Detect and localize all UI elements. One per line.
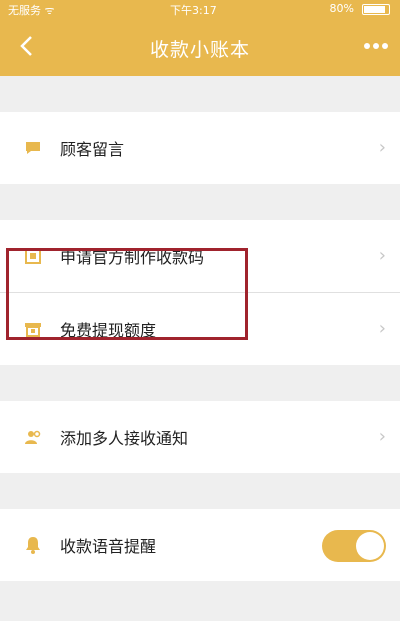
people-icon	[24, 428, 42, 446]
menu-item-label: 申请官方制作收款码	[60, 248, 205, 267]
carrier-text: 无服务 ᯤ	[8, 4, 55, 17]
more-button[interactable]	[364, 38, 388, 54]
menu-item-apply-qr-code[interactable]: 申请官方制作收款码 ›	[0, 220, 400, 292]
status-time: 下午3:17	[170, 4, 217, 17]
more-dot	[364, 43, 370, 49]
status-bar: 无服务 ᯤ 下午3:17 80%	[0, 0, 400, 18]
nav-bar: 收款小账本	[0, 18, 400, 76]
menu-item-label: 顾客留言	[60, 140, 125, 159]
qr-code-icon	[24, 247, 42, 265]
chevron-right-icon: ›	[378, 137, 386, 158]
quota-icon	[24, 320, 42, 338]
menu-item-customer-messages[interactable]: 顾客留言 ›	[0, 112, 400, 184]
more-dot	[382, 43, 388, 49]
menu-item-free-withdrawal-quota[interactable]: 免费提现额度 ›	[0, 293, 400, 365]
menu-item-label: 添加多人接收通知	[60, 429, 189, 448]
message-icon	[24, 139, 42, 157]
section-gap	[0, 581, 400, 621]
chevron-right-icon: ›	[378, 318, 386, 339]
menu-item-label: 收款语音提醒	[60, 537, 157, 556]
chevron-right-icon: ›	[378, 245, 386, 266]
battery-icon	[362, 4, 390, 15]
chevron-right-icon: ›	[378, 426, 386, 447]
more-dot	[373, 43, 379, 49]
menu-item-label: 免费提现额度	[60, 321, 157, 340]
bell-icon	[24, 536, 42, 554]
menu-item-add-recipients[interactable]: 添加多人接收通知 ›	[0, 401, 400, 473]
page-title: 收款小账本	[149, 39, 250, 61]
toggle-knob	[356, 532, 384, 560]
menu-item-voice-reminder: 收款语音提醒	[0, 509, 400, 581]
battery-percent: 80%	[329, 2, 354, 15]
